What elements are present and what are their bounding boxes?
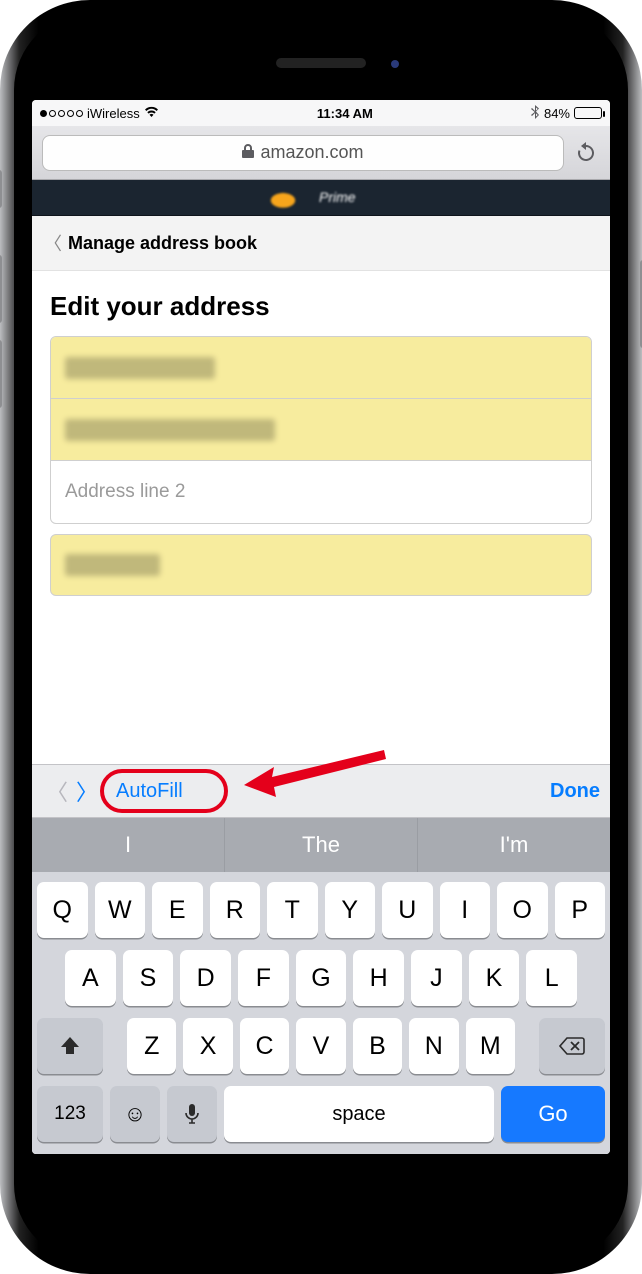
status-bar: iWireless 11:34 AM 84% [32, 100, 610, 126]
redacted-address1-value [65, 419, 275, 441]
key-x[interactable]: X [183, 1018, 232, 1074]
key-o[interactable]: O [497, 882, 548, 938]
key-z[interactable]: Z [127, 1018, 176, 1074]
key-space[interactable]: space [224, 1086, 494, 1142]
reload-button[interactable] [572, 142, 600, 164]
emoji-icon: ☺ [124, 1101, 146, 1127]
key-k[interactable]: K [469, 950, 520, 1006]
key-g[interactable]: G [296, 950, 347, 1006]
key-q[interactable]: Q [37, 882, 88, 938]
predictive-text-bar: I The I'm [32, 818, 610, 872]
chevron-left-icon: 〈 [44, 230, 62, 256]
onscreen-keyboard: Q W E R T Y U I O P A S D [32, 872, 610, 1154]
phone-frame: iWireless 11:34 AM 84% [0, 0, 642, 1274]
prime-label: Prime [319, 189, 356, 205]
key-a[interactable]: A [65, 950, 116, 1006]
key-p[interactable]: P [555, 882, 606, 938]
key-u[interactable]: U [382, 882, 433, 938]
phone-bezel: iWireless 11:34 AM 84% [14, 12, 628, 1262]
breadcrumb-label: Manage address book [68, 233, 257, 254]
url-domain-label: amazon.com [260, 142, 363, 163]
key-s[interactable]: S [123, 950, 174, 1006]
lock-icon [242, 142, 254, 163]
keyboard-accessory-bar: 〈 〉 AutoFill Done [32, 764, 610, 818]
clock-label: 11:34 AM [317, 106, 373, 121]
screen: iWireless 11:34 AM 84% [32, 100, 610, 1154]
bluetooth-icon [531, 105, 540, 122]
key-j[interactable]: J [411, 950, 462, 1006]
key-n[interactable]: N [409, 1018, 458, 1074]
key-y[interactable]: Y [325, 882, 376, 938]
key-h[interactable]: H [353, 950, 404, 1006]
safari-address-bar: amazon.com [32, 126, 610, 180]
backspace-icon [559, 1036, 585, 1056]
amazon-prime-banner: Prime [32, 180, 610, 216]
key-i[interactable]: I [440, 882, 491, 938]
redacted-name-value [65, 357, 215, 379]
redacted-city-value [65, 554, 160, 576]
key-r[interactable]: R [210, 882, 261, 938]
city-field[interactable] [50, 534, 592, 596]
next-field-button[interactable]: 〉 [72, 775, 102, 807]
key-dictation[interactable] [167, 1086, 217, 1142]
address-line1-field[interactable] [51, 399, 591, 461]
shift-icon [59, 1035, 81, 1057]
address-line2-field[interactable]: Address line 2 [51, 461, 591, 523]
battery-pct-label: 84% [544, 106, 570, 121]
page-title: Edit your address [32, 271, 610, 336]
key-c[interactable]: C [240, 1018, 289, 1074]
keyboard-done-button[interactable]: Done [550, 780, 600, 803]
key-go[interactable]: Go [501, 1086, 605, 1142]
key-v[interactable]: V [296, 1018, 345, 1074]
key-e[interactable]: E [152, 882, 203, 938]
key-l[interactable]: L [526, 950, 577, 1006]
autofill-button[interactable]: AutoFill [102, 776, 197, 807]
wifi-icon [144, 106, 159, 121]
carrier-label: iWireless [87, 106, 140, 121]
keyboard-container: 〈 〉 AutoFill Done I The [32, 764, 610, 1154]
prediction-1[interactable]: I [32, 818, 225, 872]
breadcrumb-back[interactable]: 〈 Manage address book [32, 216, 610, 271]
speaker-slot [276, 58, 366, 68]
key-f[interactable]: F [238, 950, 289, 1006]
signal-dots-icon [40, 110, 83, 117]
proximity-sensor [391, 60, 399, 68]
prediction-3[interactable]: I'm [418, 818, 610, 872]
full-name-field[interactable] [51, 337, 591, 399]
volume-down-button [0, 340, 2, 408]
key-123[interactable]: 123 [37, 1086, 103, 1142]
prev-field-button[interactable]: 〈 [42, 775, 72, 807]
key-emoji[interactable]: ☺ [110, 1086, 160, 1142]
key-d[interactable]: D [180, 950, 231, 1006]
battery-icon [574, 107, 602, 119]
key-backspace[interactable] [539, 1018, 605, 1074]
url-field[interactable]: amazon.com [42, 135, 564, 171]
key-shift[interactable] [37, 1018, 103, 1074]
address-form: Address line 2 [32, 336, 610, 596]
mute-switch [0, 170, 2, 208]
key-t[interactable]: T [267, 882, 318, 938]
key-m[interactable]: M [466, 1018, 515, 1074]
microphone-icon [185, 1103, 199, 1125]
key-b[interactable]: B [353, 1018, 402, 1074]
prediction-2[interactable]: The [225, 818, 418, 872]
address-line2-placeholder: Address line 2 [65, 481, 185, 503]
volume-up-button [0, 255, 2, 323]
key-w[interactable]: W [95, 882, 146, 938]
